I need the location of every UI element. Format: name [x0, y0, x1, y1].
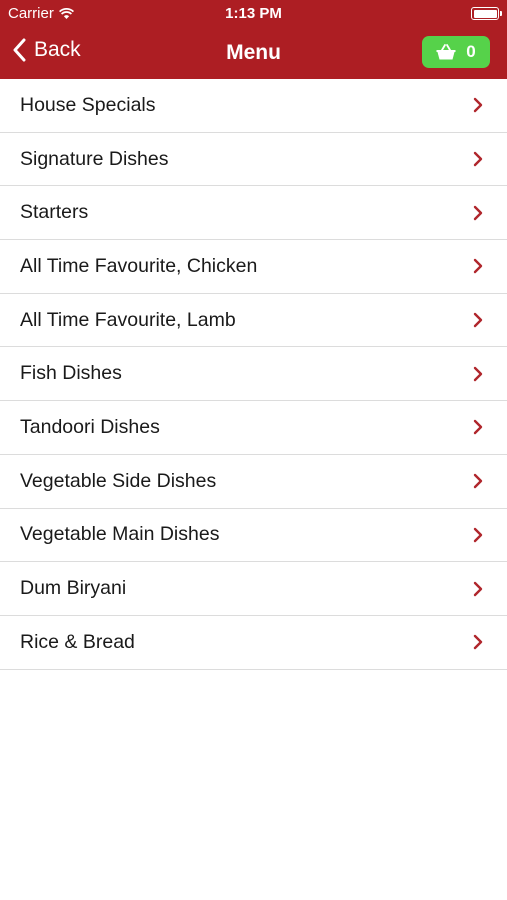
menu-item-label: Rice & Bread	[20, 630, 135, 653]
menu-item-label: Starters	[20, 201, 89, 224]
chevron-right-icon	[473, 312, 483, 328]
status-time: 1:13 PM	[225, 5, 282, 22]
menu-item-label: Dum Biryani	[20, 577, 127, 600]
menu-item-label: Fish Dishes	[20, 362, 122, 385]
menu-item-label: House Specials	[20, 93, 156, 116]
battery-icon	[471, 7, 502, 20]
chevron-right-icon	[473, 473, 483, 489]
menu-item-signature-dishes[interactable]: Signature Dishes	[0, 132, 507, 187]
chevron-right-icon	[473, 527, 483, 543]
chevron-right-icon	[473, 635, 483, 650]
menu-item-label: Signature Dishes	[20, 147, 169, 170]
app-header: Carrier 1:13 PM Back Menu 0	[0, 0, 507, 79]
menu-item-vegetable-main-dishes[interactable]: Vegetable Main Dishes	[0, 508, 507, 563]
battery-level	[473, 9, 497, 18]
chevron-right-icon	[473, 98, 483, 113]
menu-category-list: House Specials Signature Dishes Starters…	[0, 79, 507, 670]
menu-item-label: All Time Favourite, Chicken	[20, 254, 258, 277]
nav-bar: Back Menu 0	[0, 27, 507, 79]
chevron-right-icon	[473, 205, 483, 220]
menu-item-vegetable-side-dishes[interactable]: Vegetable Side Dishes	[0, 454, 507, 509]
menu-item-fish-dishes[interactable]: Fish Dishes	[0, 347, 507, 402]
chevron-right-icon	[473, 581, 483, 596]
chevron-right-icon	[473, 151, 483, 167]
menu-item-label: Vegetable Side Dishes	[20, 469, 217, 492]
basket-icon	[436, 44, 456, 60]
menu-item-favourite-chicken[interactable]: All Time Favourite, Chicken	[0, 240, 507, 294]
menu-item-starters[interactable]: Starters	[0, 186, 507, 241]
menu-item-house-specials[interactable]: House Specials	[0, 79, 507, 133]
menu-item-favourite-lamb[interactable]: All Time Favourite, Lamb	[0, 293, 507, 348]
menu-item-label: Vegetable Main Dishes	[20, 523, 220, 546]
menu-item-rice-and-bread[interactable]: Rice & Bread	[0, 615, 507, 670]
chevron-right-icon	[473, 366, 483, 381]
chevron-right-icon	[473, 259, 483, 274]
status-bar: Carrier 1:13 PM	[0, 0, 507, 27]
menu-item-label: All Time Favourite, Lamb	[20, 308, 236, 331]
cart-button[interactable]: 0	[422, 36, 490, 68]
menu-item-label: Tandoori Dishes	[20, 415, 160, 438]
cart-count: 0	[466, 42, 476, 61]
menu-item-tandoori-dishes[interactable]: Tandoori Dishes	[0, 401, 507, 455]
menu-item-dum-biryani[interactable]: Dum Biryani	[0, 562, 507, 616]
chevron-right-icon	[473, 420, 483, 435]
